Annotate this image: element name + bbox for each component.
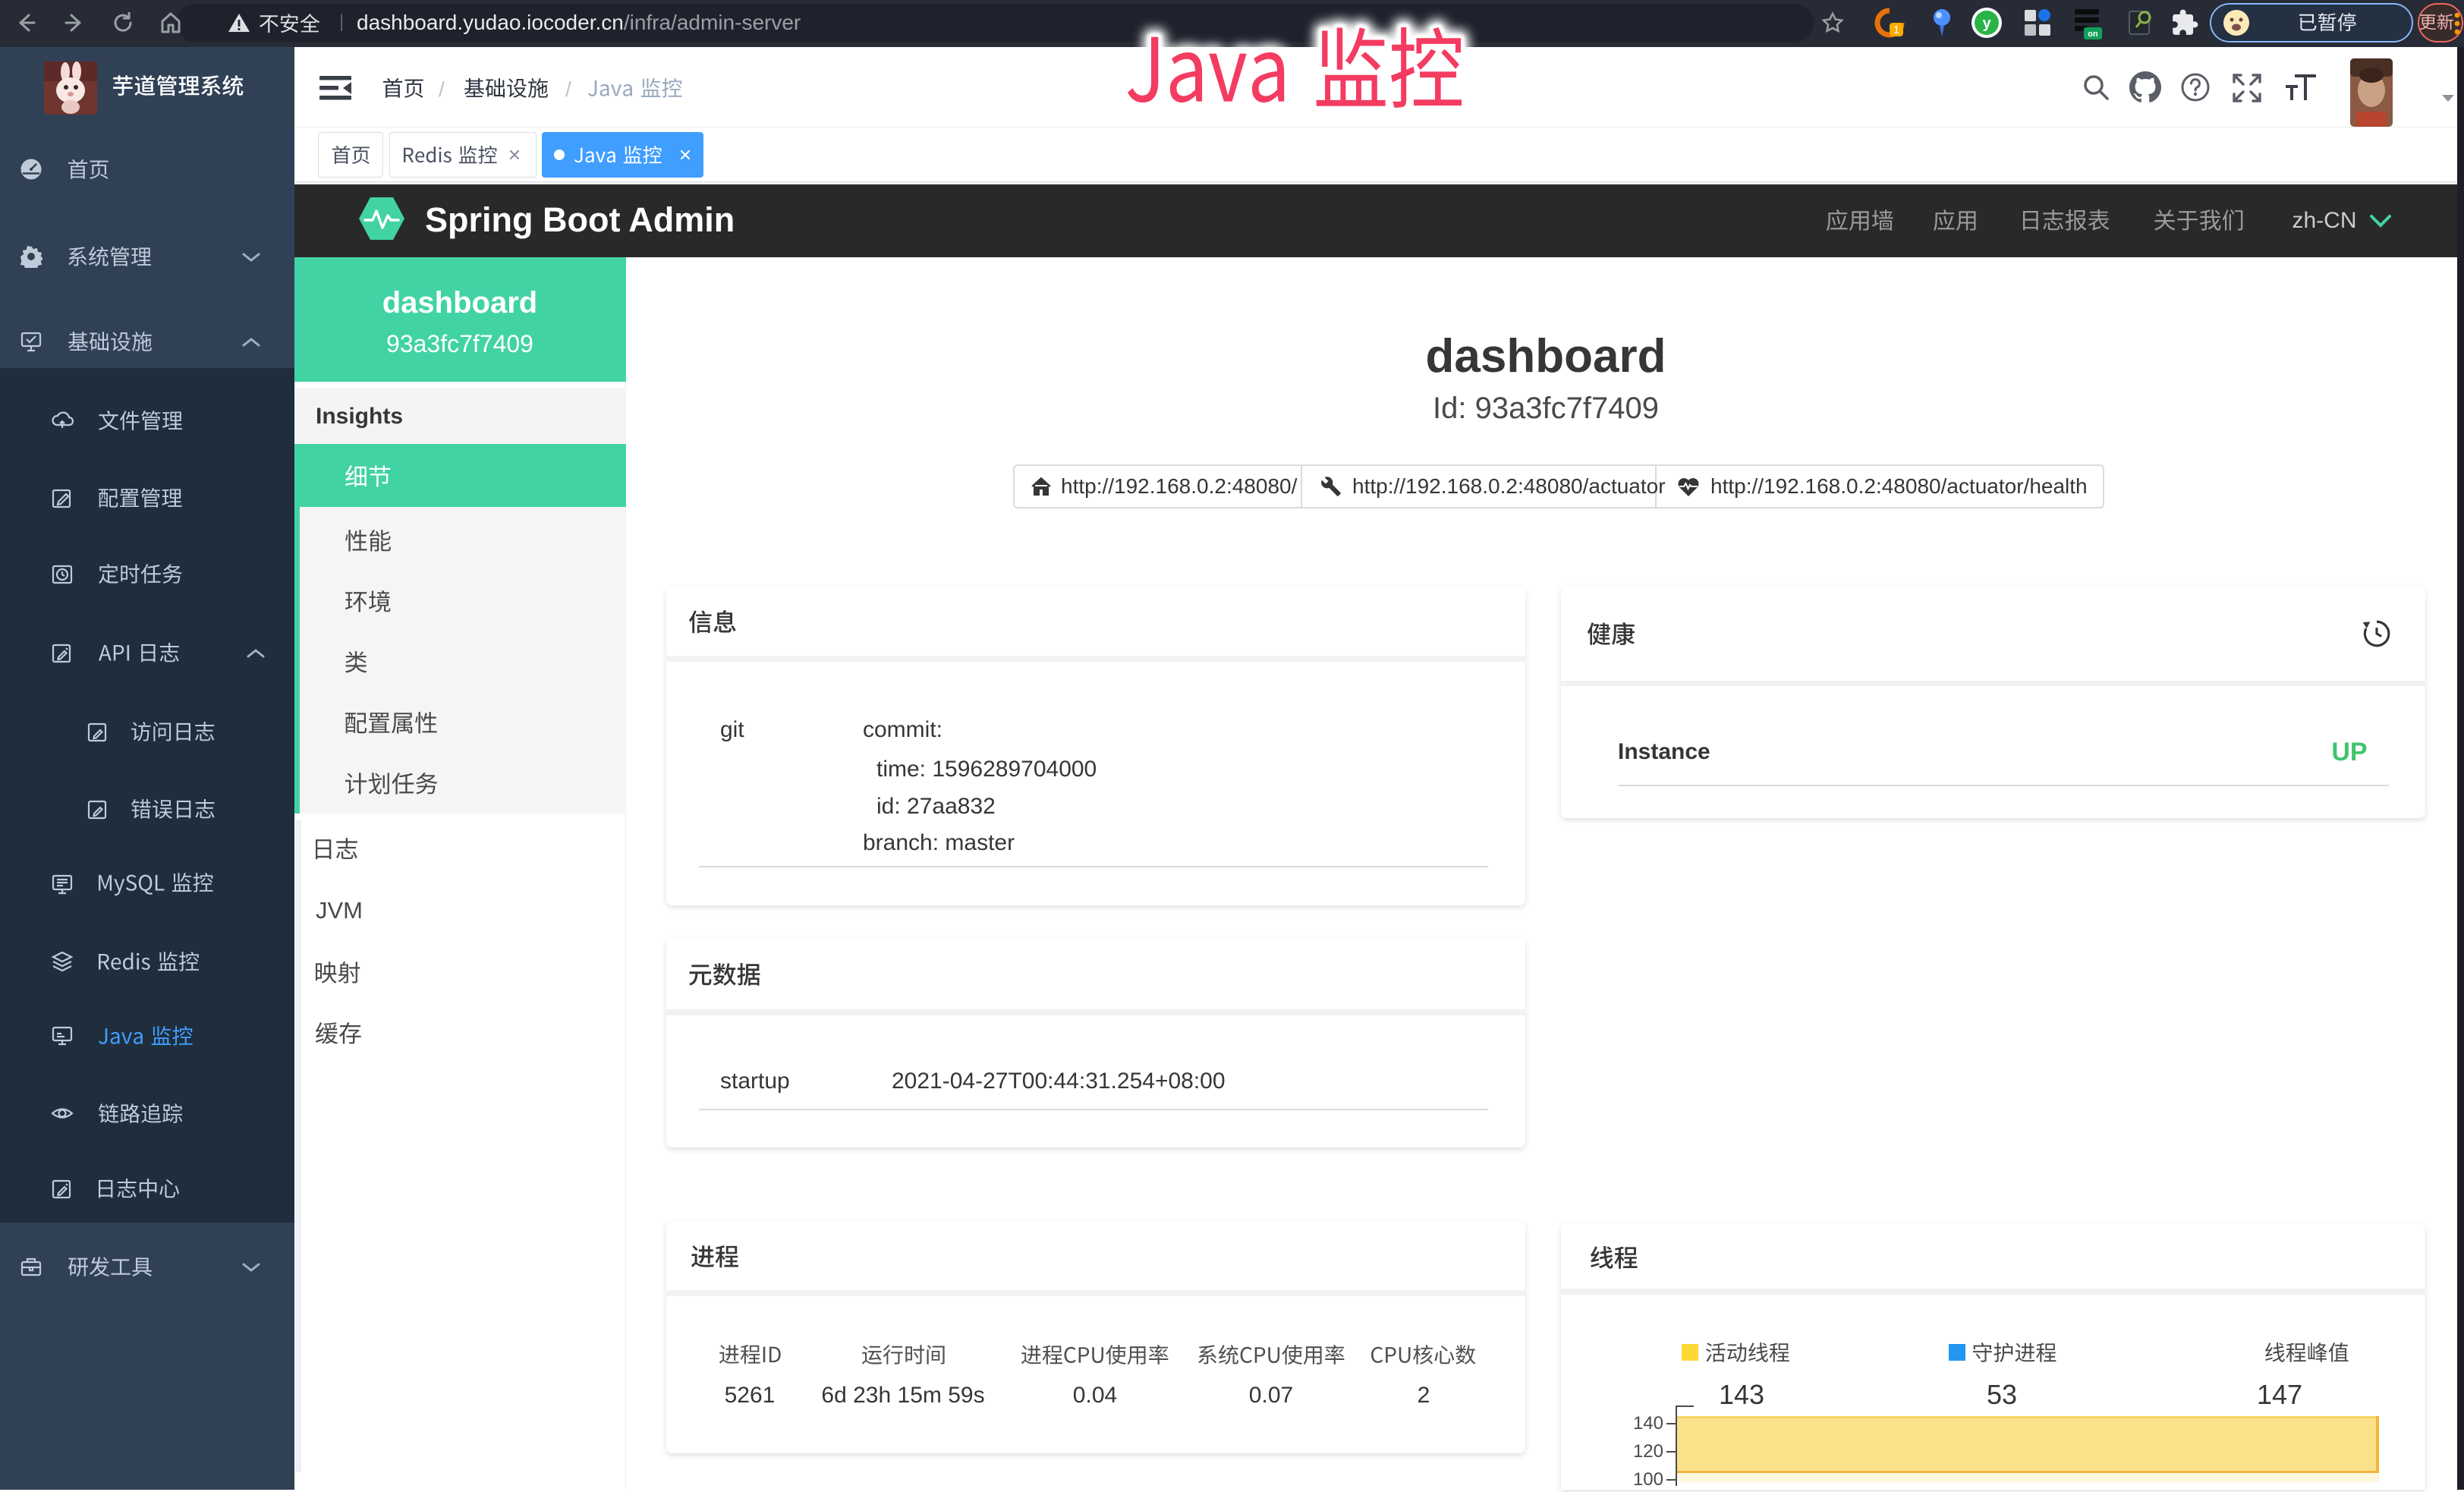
- svg-text:1: 1: [1893, 24, 1899, 36]
- svg-text:on: on: [2088, 30, 2098, 39]
- svg-text:y: y: [1982, 15, 1991, 32]
